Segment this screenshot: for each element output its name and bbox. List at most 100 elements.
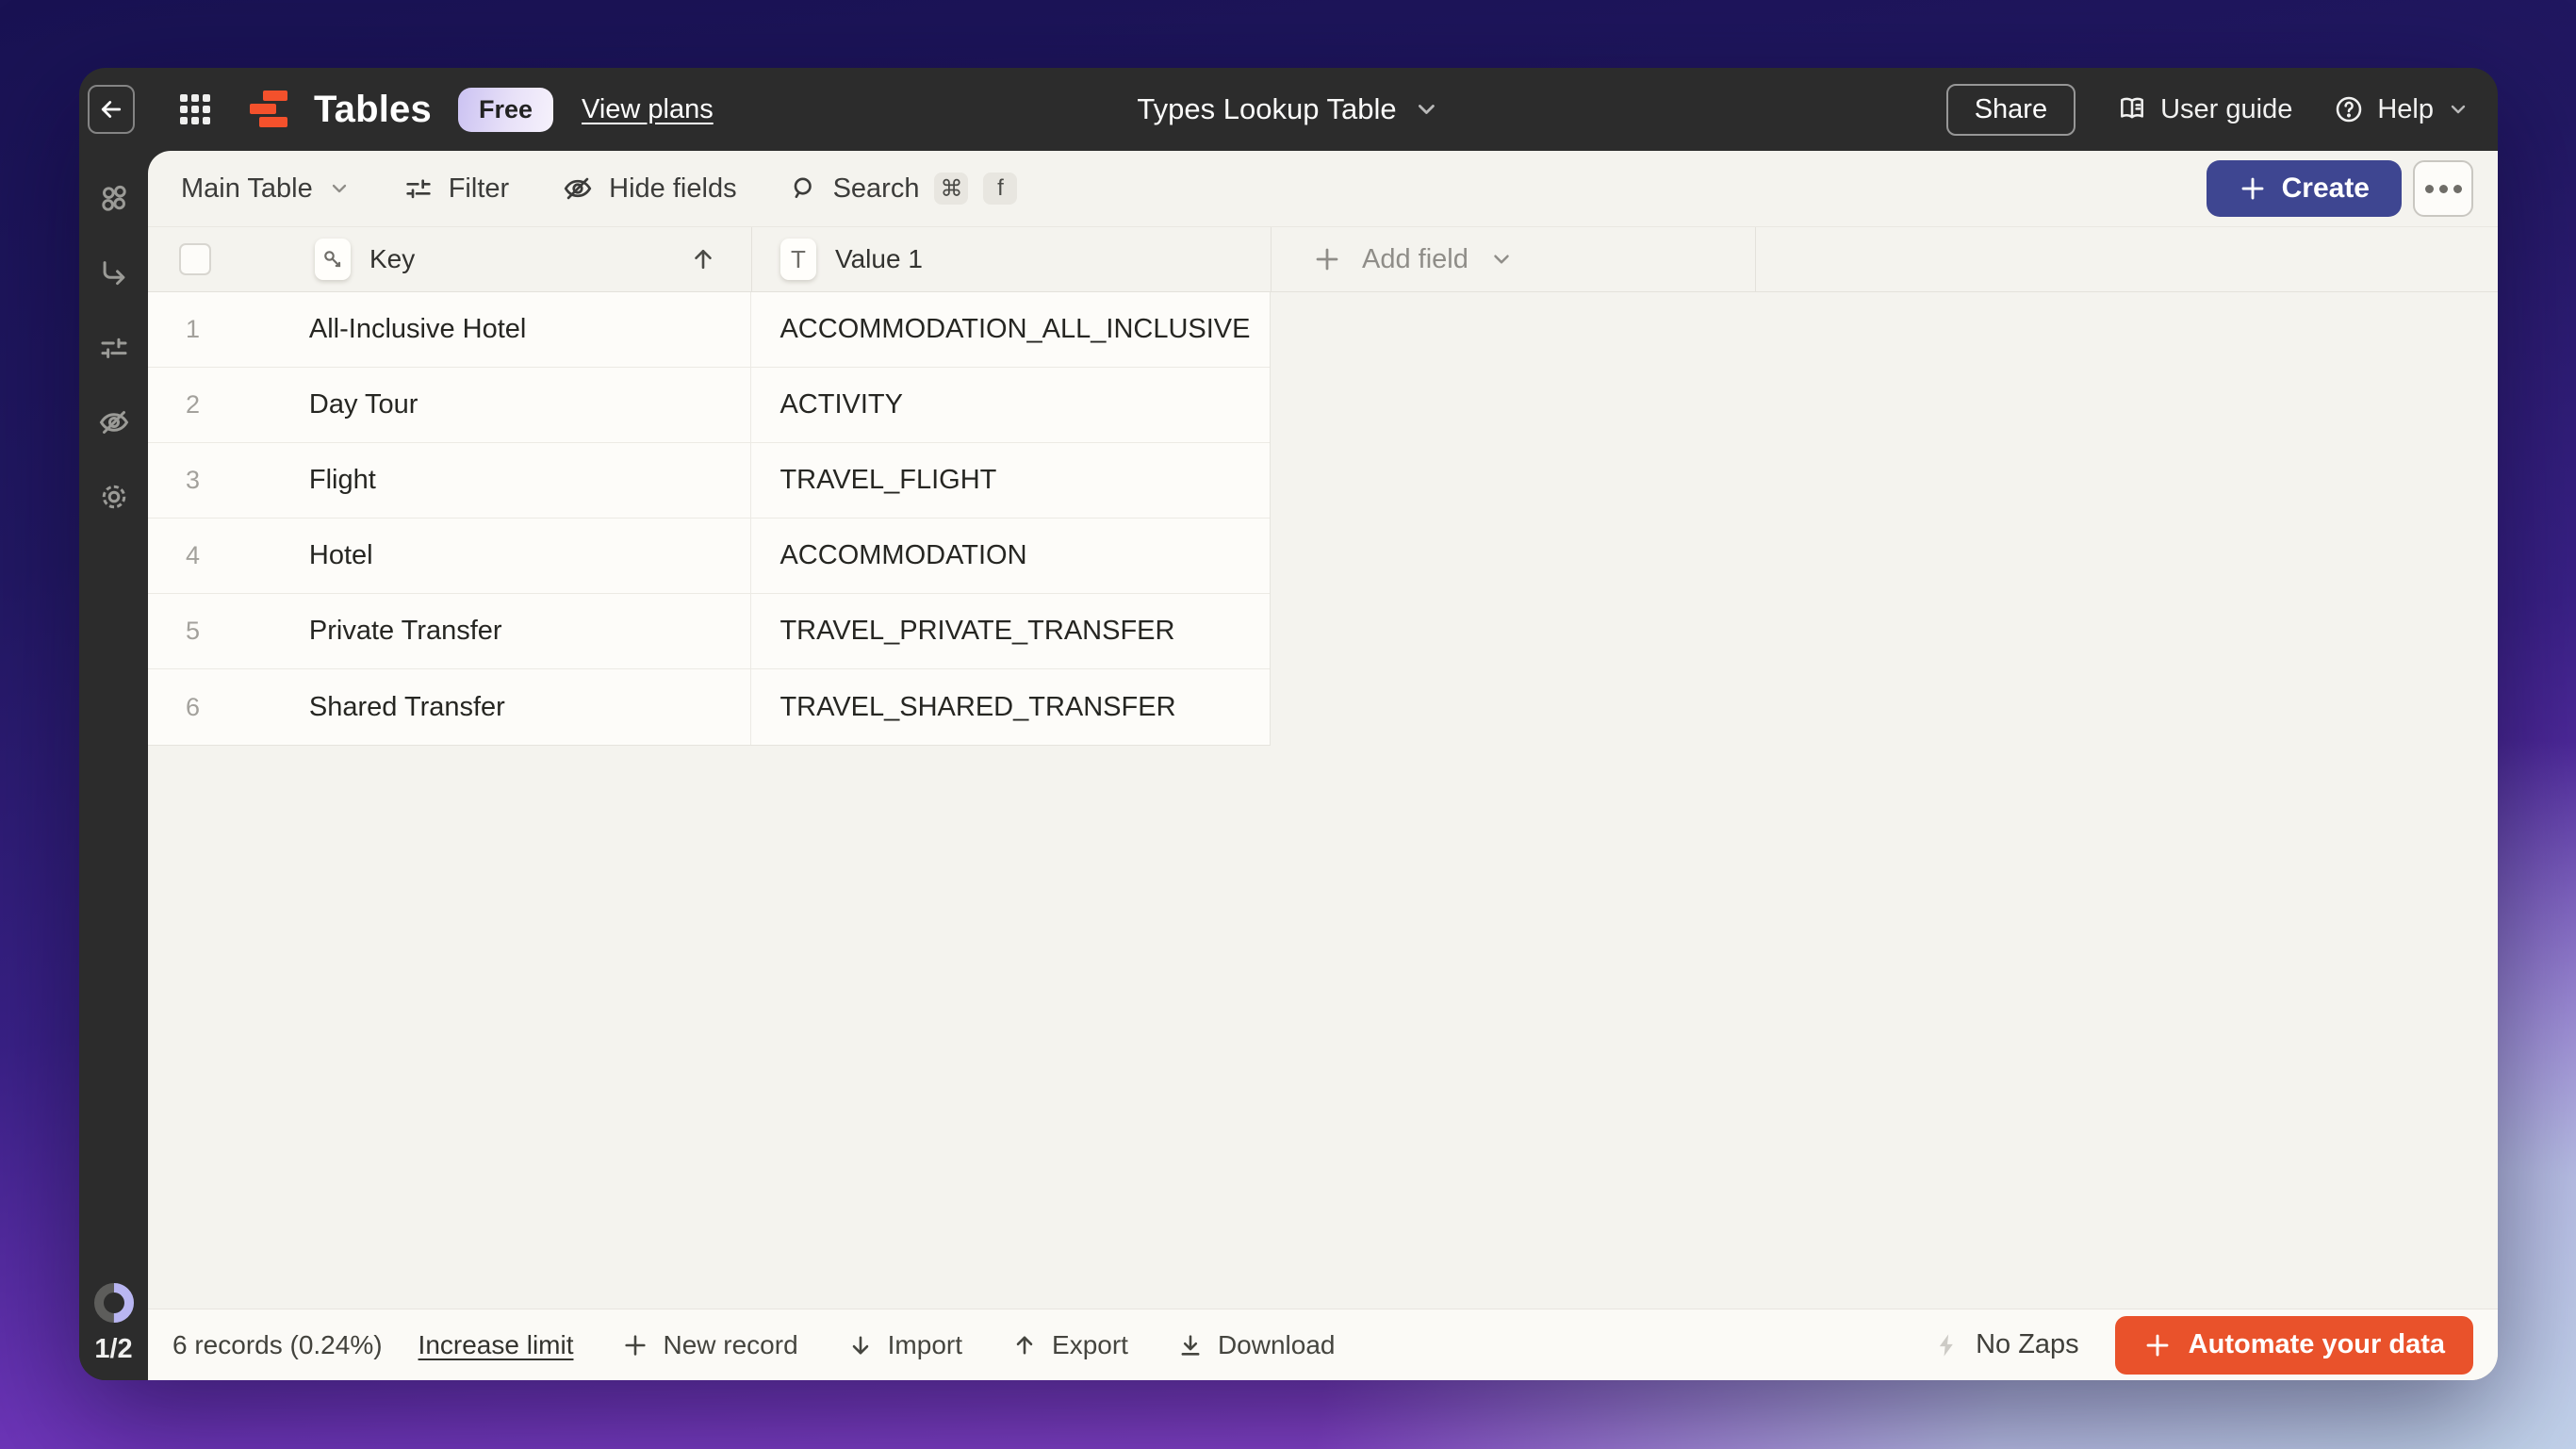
more-options-button[interactable] (2413, 160, 2473, 217)
cell-value[interactable]: TRAVEL_SHARED_TRANSFER (750, 669, 1270, 745)
automate-data-button[interactable]: Automate your data (2114, 1315, 2473, 1375)
sidebar-item-hidden-fields[interactable] (88, 396, 140, 449)
content-area: Main Table Filter Hide fields Search ⌘ f… (148, 151, 2498, 1380)
table-title: Types Lookup Table (1137, 92, 1397, 125)
create-label: Create (2281, 173, 2370, 204)
import-button[interactable]: Import (847, 1330, 962, 1360)
toolbar-right: Create (2206, 160, 2473, 217)
sort-ascending-icon[interactable] (689, 245, 717, 273)
gear-icon (97, 480, 131, 514)
back-button[interactable] (88, 85, 135, 134)
title-bar: Tables Free View plans Types Lookup Tabl… (79, 68, 2498, 151)
app-window: Tables Free View plans Types Lookup Tabl… (79, 68, 2498, 1380)
user-guide-link[interactable]: User guide (2117, 94, 2292, 125)
download-label: Download (1217, 1329, 1336, 1359)
download-button[interactable]: Download (1177, 1329, 1336, 1360)
cell-value[interactable]: ACTIVITY (750, 368, 1270, 442)
table-selector[interactable]: Main Table (181, 173, 351, 205)
app-grid-icon[interactable] (180, 94, 210, 124)
filter-button[interactable]: Filter (403, 173, 509, 205)
column-header-value1[interactable]: T Value 1 (751, 227, 1271, 291)
four-circles-icon (98, 183, 130, 215)
help-label: Help (2377, 93, 2434, 124)
column-label-key: Key (369, 244, 416, 273)
cell-key[interactable]: Flight (302, 465, 751, 496)
plus-icon (2143, 1331, 2172, 1359)
titlebar-left: Tables Free View plans (79, 85, 714, 134)
cell-value[interactable]: ACCOMMODATION (750, 519, 1270, 593)
table-row[interactable]: 5 Private Transfer TRAVEL_PRIVATE_TRANSF… (148, 594, 1270, 669)
table-row[interactable]: 3 Flight TRAVEL_FLIGHT (148, 443, 1270, 519)
export-button[interactable]: Export (1011, 1330, 1128, 1360)
search-button[interactable]: Search ⌘ f (790, 173, 1018, 205)
search-icon (790, 174, 818, 203)
eye-off-icon (562, 173, 594, 205)
key-field-icon (315, 239, 351, 280)
row-number: 5 (186, 617, 201, 645)
new-record-button[interactable]: New record (622, 1329, 798, 1360)
filter-label: Filter (448, 173, 510, 204)
sidebar-item-views[interactable] (88, 173, 140, 225)
table-row[interactable]: 2 Day Tour ACTIVITY (148, 368, 1270, 443)
help-menu[interactable]: Help (2334, 94, 2469, 125)
cell-key[interactable]: Day Tour (302, 389, 751, 420)
status-bar: 6 records (0.24%) Increase limit New rec… (148, 1309, 2498, 1380)
table-row[interactable]: 6 Shared Transfer TRAVEL_SHARED_TRANSFER (148, 669, 1270, 745)
cell-key[interactable]: Hotel (302, 540, 751, 571)
help-circle-icon (2334, 94, 2364, 124)
add-field-label: Add field (1362, 243, 1468, 274)
sidebar-item-settings[interactable] (88, 470, 140, 523)
select-all-checkbox[interactable] (179, 243, 211, 275)
hide-fields-button[interactable]: Hide fields (562, 173, 737, 205)
cell-value[interactable]: TRAVEL_FLIGHT (750, 443, 1270, 518)
statusbar-right: No Zaps Automate your data (1934, 1315, 2473, 1375)
grid-header-row: Key T Value 1 Add field (148, 226, 2498, 292)
zaps-status: No Zaps (1934, 1329, 2079, 1360)
row-number: 3 (186, 466, 201, 494)
cell-key[interactable]: Shared Transfer (302, 692, 751, 723)
add-field-button[interactable]: Add field (1271, 227, 1756, 291)
column-label-value1: Value 1 (835, 244, 923, 273)
table-row[interactable]: 4 Hotel ACCOMMODATION (148, 519, 1270, 594)
create-button[interactable]: Create (2206, 160, 2402, 217)
usage-count: 1/2 (94, 1334, 133, 1364)
table-selector-label: Main Table (181, 173, 313, 204)
cell-key[interactable]: All-Inclusive Hotel (302, 314, 751, 345)
increase-limit-link[interactable]: Increase limit (418, 1330, 574, 1360)
sidebar-item-filters[interactable] (88, 321, 140, 374)
app-title: Tables (314, 88, 432, 130)
branch-arrow-icon (98, 257, 130, 289)
records-summary: 6 records (0.24%) (172, 1329, 383, 1359)
view-plans-link[interactable]: View plans (582, 94, 714, 125)
plus-icon (622, 1332, 648, 1358)
row-number: 4 (186, 541, 201, 569)
usage-meter: 1/2 (92, 1281, 136, 1365)
row-number: 6 (186, 692, 201, 721)
sidebar: 1/2 (79, 151, 148, 1380)
new-record-label: New record (663, 1329, 798, 1359)
table-title-menu[interactable]: Types Lookup Table (1137, 92, 1439, 126)
share-button[interactable]: Share (1945, 83, 2076, 136)
sidebar-item-linked-tables[interactable] (88, 247, 140, 300)
import-label: Import (887, 1329, 963, 1359)
chevron-down-icon (328, 177, 351, 200)
user-guide-label: User guide (2160, 93, 2293, 124)
row-number: 2 (186, 390, 201, 419)
automate-label: Automate your data (2188, 1329, 2445, 1359)
sliders-icon (98, 332, 130, 364)
row-number: 1 (186, 315, 201, 343)
column-header-key[interactable]: Key (302, 227, 751, 291)
cell-value[interactable]: ACCOMMODATION_ALL_INCLUSIVE (750, 292, 1270, 367)
table-row[interactable]: 1 All-Inclusive Hotel ACCOMMODATION_ALL_… (148, 292, 1270, 368)
export-label: Export (1052, 1329, 1128, 1359)
plus-icon (1313, 245, 1341, 273)
lightning-icon (1934, 1332, 1961, 1358)
cell-key[interactable]: Private Transfer (302, 616, 751, 647)
eye-off-icon (97, 405, 131, 439)
text-field-icon: T (780, 239, 816, 280)
arrow-left-icon (97, 95, 125, 123)
arrow-down-icon (847, 1332, 874, 1358)
cell-value[interactable]: TRAVEL_PRIVATE_TRANSFER (750, 594, 1270, 668)
shortcut-f-key: f (983, 173, 1018, 205)
hide-fields-label: Hide fields (609, 173, 737, 204)
